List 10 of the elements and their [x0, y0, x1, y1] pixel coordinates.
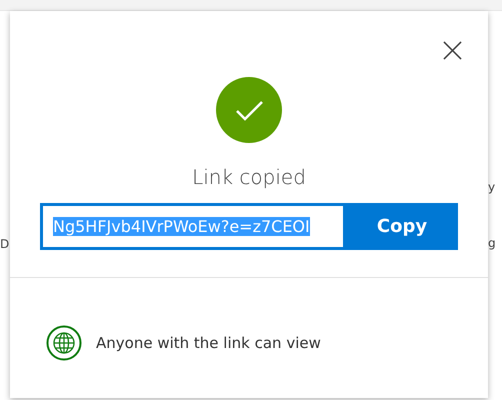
- background-text: D: [0, 236, 10, 252]
- background-text: y: [488, 179, 496, 195]
- permission-text: Anyone with the link can view: [96, 334, 321, 352]
- dialog-title: Link copied: [192, 165, 306, 189]
- close-icon[interactable]: [443, 41, 462, 60]
- copy-button[interactable]: Copy: [346, 203, 458, 250]
- background-text: g: [488, 235, 496, 251]
- checkmark-icon: [216, 77, 282, 143]
- globe-icon[interactable]: [46, 325, 82, 361]
- link-field[interactable]: Ng5HFJvb4IVrPWoEw?e=z7CEOI: [40, 203, 346, 250]
